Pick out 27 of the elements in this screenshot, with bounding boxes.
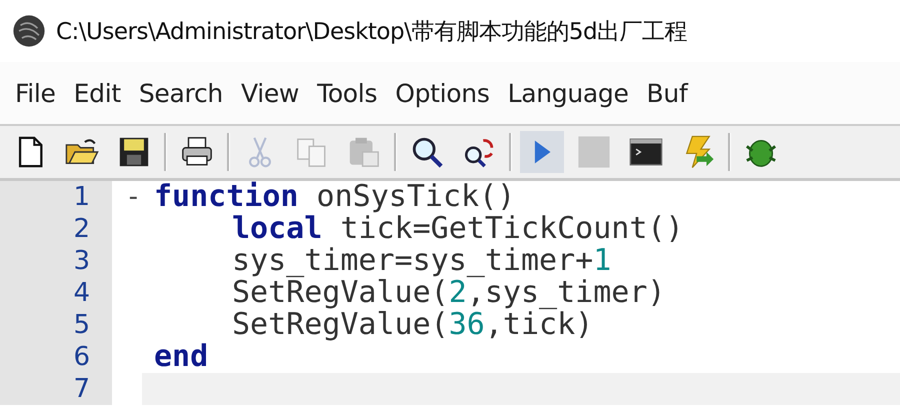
line-number: 4 [0,277,112,309]
app-logo-icon [12,14,46,48]
line-number: 3 [0,245,112,277]
search-icon [410,135,444,169]
code-line: local tick=GetTickCount() [231,213,685,245]
menu-item[interactable]: Search [130,78,232,108]
menu-item[interactable]: Language [498,78,638,108]
code-line: sys_timer=sys_timer+1 [231,245,612,277]
code-line: SetRegValue(2,sys_timer) [231,277,666,309]
code-line: SetRegValue(36,tick) [231,309,594,341]
code-line: end [153,341,210,373]
line-number: 6 [0,341,112,373]
code-line: function onSysTick() [153,181,516,213]
window-title: C:\Users\Administrator\Desktop\带有脚本功能的5d出厂工程 [56,18,688,46]
menu-item[interactable]: Edit [64,78,130,108]
line-number: 2 [0,213,112,245]
clipboard-icon [347,135,381,169]
line-number: 7 [0,373,112,405]
menu-item[interactable]: View [232,78,308,108]
menu-item[interactable]: Buf [638,78,696,108]
menu-item[interactable]: Tools [308,78,386,108]
stop-icon [577,135,611,169]
fold-marker[interactable]: - [128,182,138,212]
menu-item[interactable]: Options [386,78,499,108]
line-number: 1 [0,181,112,213]
line-number: 5 [0,309,112,341]
menu-item[interactable]: File [6,78,65,108]
